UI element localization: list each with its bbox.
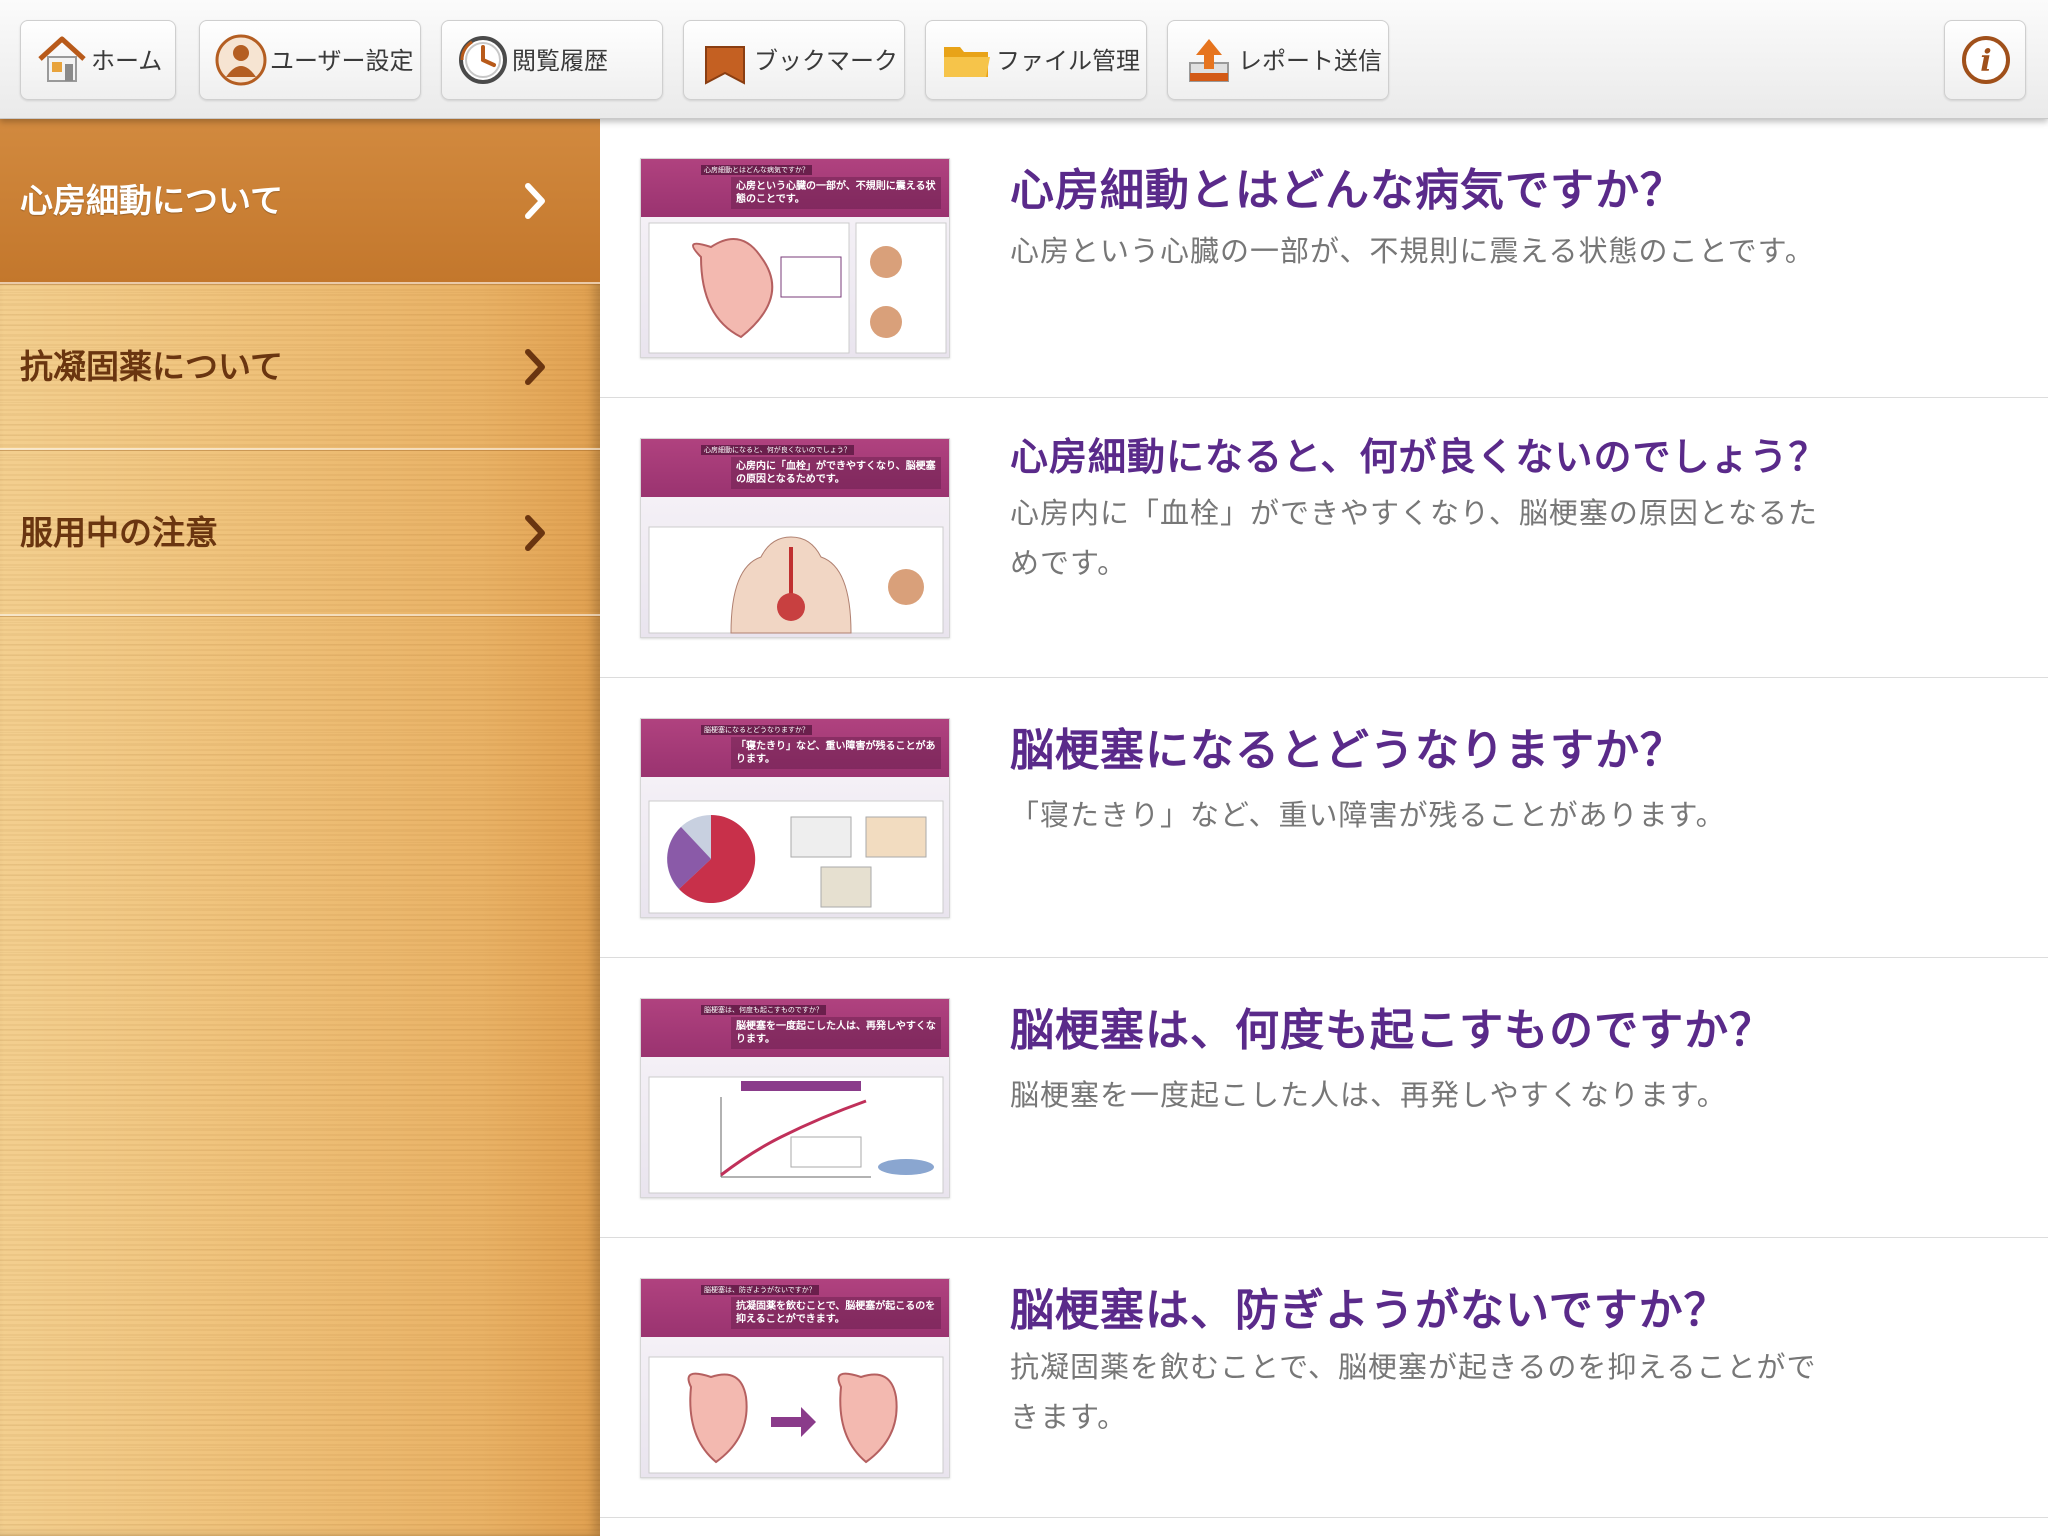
- chevron-right-icon: [525, 515, 545, 551]
- topic-title: 心房細動とはどんな病気ですか？: [1010, 165, 1685, 216]
- sidebar-item-label: 服用中の注意: [20, 513, 218, 552]
- list-item[interactable]: 脳梗塞は、防ぎようがないですか？ 抗凝固薬を飲むことで、脳梗塞が起こるのを抑える…: [600, 1238, 2048, 1518]
- slide-thumbnail: 心房細動とはどんな病気ですか？ 心房という心臓の一部が、不規則に震える状態のこと…: [640, 158, 950, 358]
- thumbnail-tag: 心房細動になると、何が良くないのでしょう？: [701, 445, 854, 455]
- thumbnail-title: 抗凝固薬を飲むことで、脳梗塞が起こるのを抑えることができます。: [731, 1297, 941, 1329]
- bookmark-button[interactable]: ブックマーク: [683, 20, 905, 100]
- thumbnail-tag: 心房細動とはどんな病気ですか？: [701, 165, 812, 175]
- folder-icon: [944, 47, 990, 77]
- thumbnail-body: [641, 777, 949, 917]
- list-item[interactable]: 心房細動とはどんな病気ですか？ 心房という心臓の一部が、不規則に震える状態のこと…: [600, 118, 2048, 398]
- history-button[interactable]: 閲覧履歴: [441, 20, 663, 100]
- user-settings-label: ユーザー設定: [270, 47, 414, 75]
- sidebar-item-atrial-fibrillation[interactable]: 心房細動について: [0, 118, 600, 284]
- home-label: ホーム: [91, 47, 163, 75]
- topic-description: 心房内に「血栓」ができやすくなり、脳梗塞の原因となるためです。: [1010, 496, 1818, 580]
- thumbnail-tag: 脳梗塞になるとどうなりますか？: [701, 725, 812, 735]
- info-glyph: i: [1980, 44, 1991, 79]
- list-item[interactable]: 脳梗塞になるとどうなりますか？ 「寝たきり」など、重い障害が残ることがあります。…: [600, 678, 2048, 958]
- user-icon: [215, 34, 267, 86]
- topic-title: 心房細動になると、何が良くないのでしょう？: [1010, 435, 1828, 479]
- thumbnail-title: 「寝たきり」など、重い障害が残ることがあります。: [731, 737, 941, 769]
- clock-icon: [459, 36, 507, 84]
- topic-title: 脳梗塞は、防ぎようがないですか？: [1010, 1285, 1729, 1336]
- thumbnail-title: 脳梗塞を一度起こした人は、再発しやすくなります。: [731, 1017, 941, 1049]
- chevron-right-icon: [525, 183, 545, 219]
- topic-description: 心房という心臓の一部が、不規則に震える状態のことです。: [1010, 234, 1815, 268]
- topic-description: 「寝たきり」など、重い障害が残ることがあります。: [1010, 798, 1726, 832]
- bookmark-icon: [705, 46, 745, 85]
- body-illustration: [648, 526, 944, 634]
- home-icon: [38, 36, 86, 82]
- graph-illustration: [648, 1076, 944, 1194]
- report-send-label: レポート送信: [1238, 47, 1382, 75]
- pie-illustration: [648, 800, 944, 914]
- sidebar-item-precautions[interactable]: 服用中の注意: [0, 450, 600, 616]
- user-settings-button[interactable]: ユーザー設定: [199, 20, 421, 100]
- report-send-button[interactable]: レポート送信: [1167, 20, 1389, 100]
- history-label: 閲覧履歴: [512, 47, 608, 75]
- slide-thumbnail: 脳梗塞になるとどうなりますか？ 「寝たきり」など、重い障害が残ることがあります。: [640, 718, 950, 918]
- file-management-label: ファイル管理: [996, 47, 1140, 75]
- heart-compare-illustration: [648, 1356, 944, 1474]
- chevron-right-icon: [525, 349, 545, 385]
- thumbnail-tag: 脳梗塞は、何度も起こすものですか？: [701, 1005, 826, 1015]
- list-item[interactable]: 脳梗塞は、何度も起こすものですか？ 脳梗塞を一度起こした人は、再発しやすくなりま…: [600, 958, 2048, 1238]
- heart-illustration: [648, 222, 947, 354]
- topic-description: 抗凝固薬を飲むことで、脳梗塞が起きるのを抑えることができます。: [1010, 1350, 1817, 1434]
- home-button[interactable]: ホーム: [20, 20, 176, 100]
- topic-list: 心房細動とはどんな病気ですか？ 心房という心臓の一部が、不規則に震える状態のこと…: [600, 118, 2048, 1536]
- thumbnail-body: [641, 217, 949, 357]
- thumbnail-title: 心房内に「血栓」ができやすくなり、脳梗塞の原因となるためです。: [731, 457, 941, 489]
- thumbnail-body: [641, 1337, 949, 1477]
- topic-title: 脳梗塞になるとどうなりますか？: [1010, 725, 1685, 776]
- info-button[interactable]: i: [1944, 20, 2026, 100]
- slide-thumbnail: 脳梗塞は、防ぎようがないですか？ 抗凝固薬を飲むことで、脳梗塞が起こるのを抑える…: [640, 1278, 950, 1478]
- thumbnail-body: [641, 1057, 949, 1197]
- slide-thumbnail: 心房細動になると、何が良くないのでしょう？ 心房内に「血栓」ができやすくなり、脳…: [640, 438, 950, 638]
- file-management-button[interactable]: ファイル管理: [925, 20, 1147, 100]
- list-item[interactable]: 心房細動になると、何が良くないのでしょう？ 心房内に「血栓」ができやすくなり、脳…: [600, 398, 2048, 678]
- topic-title: 脳梗塞は、何度も起こすものですか？: [1010, 1005, 1775, 1056]
- thumbnail-body: [641, 497, 949, 637]
- bookmark-label: ブックマーク: [754, 47, 898, 75]
- thumbnail-tag: 脳梗塞は、防ぎようがないですか？: [701, 1285, 819, 1295]
- sidebar: 心房細動について 抗凝固薬について 服用中の注意: [0, 118, 614, 1536]
- sidebar-item-label: 抗凝固薬について: [20, 347, 284, 386]
- topic-description: 脳梗塞を一度起こした人は、再発しやすくなります。: [1010, 1078, 1727, 1112]
- top-toolbar: ホーム ユーザー設定 閲覧履歴 ブックマーク ファイル管理 レポート送信 i: [0, 0, 2048, 119]
- sidebar-item-label: 心房細動について: [20, 181, 284, 220]
- sidebar-item-anticoagulants[interactable]: 抗凝固薬について: [0, 284, 600, 450]
- upload-icon: [1189, 39, 1229, 82]
- slide-thumbnail: 脳梗塞は、何度も起こすものですか？ 脳梗塞を一度起こした人は、再発しやすくなりま…: [640, 998, 950, 1198]
- thumbnail-title: 心房という心臓の一部が、不規則に震える状態のことです。: [731, 177, 941, 209]
- info-icon: i: [1962, 36, 2010, 84]
